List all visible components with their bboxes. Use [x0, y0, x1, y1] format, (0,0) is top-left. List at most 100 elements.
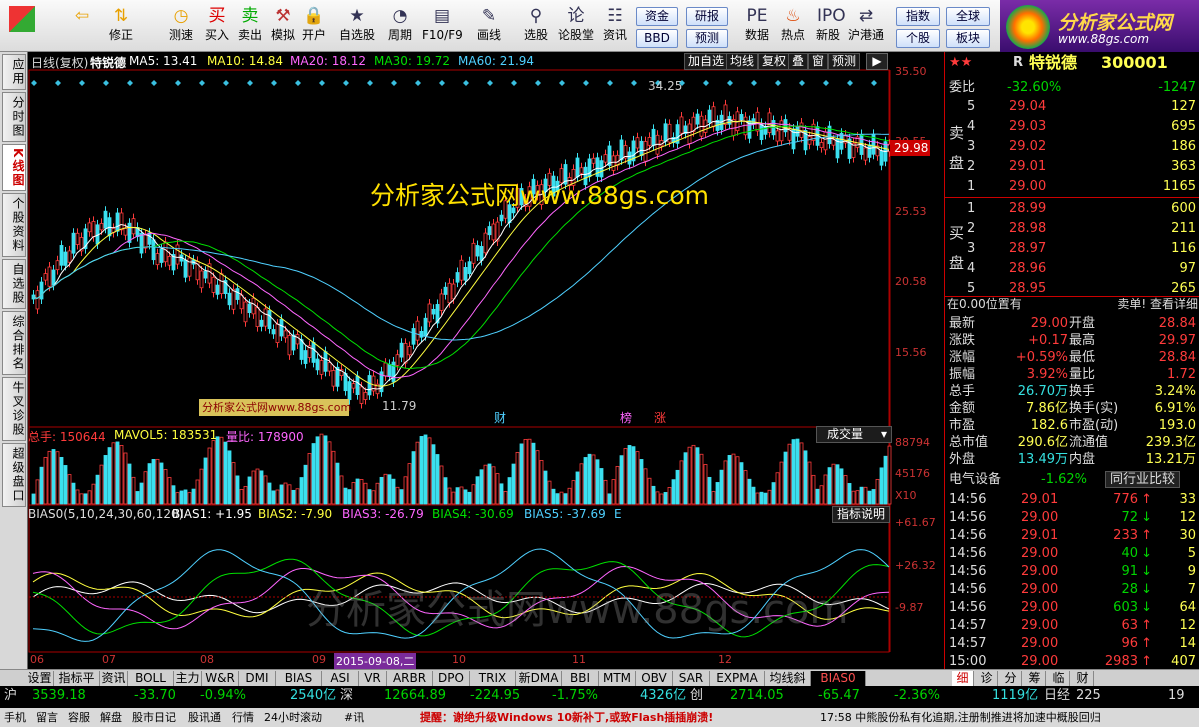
global-button[interactable]: 全球: [946, 7, 990, 26]
detail-link[interactable]: 卖单! 查看详细: [1117, 296, 1198, 313]
nikkei-label: 日经: [1044, 688, 1071, 703]
header-btn-2[interactable]: 复权: [758, 53, 791, 70]
indicator-tab[interactable]: BIAS: [276, 671, 322, 686]
indicator-tab[interactable]: 均线斜率: [765, 671, 811, 699]
volume-bar: [671, 479, 676, 505]
candle-body: [399, 342, 404, 358]
indicator-tab[interactable]: 主力: [174, 671, 202, 686]
volume-bar: [279, 484, 284, 505]
left-tab-6[interactable]: 牛叉诊股: [2, 377, 26, 442]
indicator-tab[interactable]: VR: [359, 671, 387, 686]
tick-volume: 233: [1113, 528, 1138, 543]
indicator-tab[interactable]: BIAS0: [811, 671, 866, 686]
left-tab-0[interactable]: 应用: [2, 54, 26, 90]
toolbar-btn-lock[interactable]: 🔒 开户: [299, 3, 329, 49]
ask-volume: 363: [1171, 159, 1196, 174]
volume-title-select[interactable]: 成交量 ▾: [816, 426, 892, 443]
indicator-tab[interactable]: BOLL: [128, 671, 174, 686]
bottom-link[interactable]: 股讯通: [188, 708, 221, 727]
bottom-link[interactable]: #讯: [344, 708, 364, 727]
bottom-link[interactable]: 容服: [68, 708, 90, 727]
indicator-help-button[interactable]: 指标说明: [832, 506, 890, 523]
indicator-tab[interactable]: SAR: [673, 671, 710, 686]
left-tab-3[interactable]: 个股资料: [2, 193, 26, 258]
toolbar-btn-pick[interactable]: ⚲ 选股: [518, 3, 554, 49]
detail-tab[interactable]: 筹: [1024, 671, 1046, 686]
compare-button[interactable]: 同行业比较: [1105, 471, 1181, 488]
header-btn-0[interactable]: 加自选: [684, 53, 729, 70]
bottom-link[interactable]: 股市日记: [132, 708, 176, 727]
volume-bar: [187, 492, 192, 505]
indicator-tab[interactable]: 指标平台: [54, 671, 100, 699]
toolbar-btn-clock[interactable]: ◷ 测速: [164, 3, 198, 49]
expand-arrow-icon[interactable]: ▶: [866, 53, 888, 70]
toolbar-btn-f10[interactable]: ▤ F10/F9: [422, 3, 463, 49]
volume-bar: [827, 467, 832, 505]
forecast-button[interactable]: 预测: [686, 29, 728, 48]
toolbar-btn-arrow-updown[interactable]: ⇅ 修正: [104, 3, 138, 49]
bottom-link[interactable]: 手机: [4, 708, 26, 727]
left-tab-4[interactable]: 自选股: [2, 259, 26, 310]
indicator-tab[interactable]: 设置: [26, 671, 54, 686]
volume-bar: [215, 436, 220, 505]
toolbar-btn-buy[interactable]: 买买入: [202, 3, 232, 49]
detail-tab[interactable]: 财: [1072, 671, 1094, 686]
bottom-link[interactable]: 留言: [36, 708, 58, 727]
header-btn-1[interactable]: 均线: [726, 53, 759, 70]
bbd-button[interactable]: BBD: [636, 29, 678, 48]
ask-price: 29.00: [1009, 179, 1047, 194]
toolbar-btn-ipo[interactable]: IPO 新股: [812, 3, 846, 49]
bottom-link[interactable]: 24小时滚动: [264, 708, 322, 727]
indicator-tab[interactable]: DMI: [239, 671, 276, 686]
toolbar-btn-discuss[interactable]: 论论股堂: [558, 3, 594, 49]
indicator-tab[interactable]: W&R: [202, 671, 239, 686]
tick-price: 29.00: [1021, 600, 1059, 615]
left-tab-2[interactable]: K线图: [2, 144, 26, 192]
toolbar-btn-gauge[interactable]: ◔ 周期: [382, 3, 418, 49]
indicator-tab[interactable]: BBI: [562, 671, 599, 686]
header-btn-4[interactable]: 窗: [808, 53, 829, 70]
detail-tab[interactable]: 分: [1000, 671, 1022, 686]
toolbar-btn-hammer[interactable]: ⚒ 模拟: [268, 3, 298, 49]
candle-body: [679, 116, 684, 134]
indicator-tab[interactable]: ASI: [322, 671, 359, 686]
volume-bar: [39, 466, 44, 505]
fund-button[interactable]: 资金: [636, 7, 678, 26]
research-button[interactable]: 研报: [686, 7, 728, 26]
toolbar-btn-back-arrow[interactable]: ⇦: [64, 3, 100, 49]
volume-bar: [559, 491, 564, 505]
indicator-tab[interactable]: MTM: [599, 671, 636, 686]
sector-button[interactable]: 板块: [946, 29, 990, 48]
indicator-tab[interactable]: TRIX: [470, 671, 516, 686]
left-tab-7[interactable]: 超级盘口: [2, 443, 26, 508]
indicator-tab[interactable]: 资讯: [100, 671, 128, 686]
indicator-tab[interactable]: DPO: [433, 671, 470, 686]
header-btn-5[interactable]: 预测: [828, 53, 861, 70]
indicator-tab[interactable]: OBV: [636, 671, 673, 686]
toolbar-btn-fire[interactable]: ♨ 热点: [776, 3, 810, 49]
indicator-tab[interactable]: EXPMA: [710, 671, 765, 686]
indicator-tab[interactable]: 新DMA: [516, 671, 562, 686]
toolbar-btn-sse-hkex[interactable]: ⇄ 沪港通: [846, 3, 886, 49]
bottom-link[interactable]: 行情: [232, 708, 254, 727]
toolbar-btn-news[interactable]: ☷ 资讯: [598, 3, 632, 49]
bottom-link[interactable]: 解盘: [100, 708, 122, 727]
detail-tab[interactable]: 细: [952, 671, 974, 686]
toolbar-btn-pen[interactable]: ✎ 画线: [470, 3, 508, 49]
detail-tab[interactable]: 临: [1048, 671, 1070, 686]
detail-tab[interactable]: 诊: [976, 671, 998, 686]
news-ticker: 提醒：谢绝升级Windows 10新补丁,或致Flash插插崩溃!: [420, 711, 714, 724]
header-btn-3[interactable]: 叠: [788, 53, 809, 70]
index-button[interactable]: 指数: [896, 7, 940, 26]
indicator-tab[interactable]: ARBR: [387, 671, 433, 686]
toolbar-btn-sell[interactable]: 卖卖出: [235, 3, 265, 49]
toolbar-btn-pe[interactable]: PE 数据: [740, 3, 774, 49]
left-tab-5[interactable]: 综合排名: [2, 311, 26, 376]
left-tab-1[interactable]: 分时图: [2, 92, 26, 142]
toolbar-btn-star[interactable]: ★ 自选股: [338, 3, 376, 49]
date-tick: 07: [102, 653, 116, 666]
toolbar-btn-grid[interactable]: [4, 3, 40, 49]
candle-body: [483, 232, 488, 254]
stock-button[interactable]: 个股: [896, 29, 940, 48]
candle-body: [795, 125, 800, 137]
